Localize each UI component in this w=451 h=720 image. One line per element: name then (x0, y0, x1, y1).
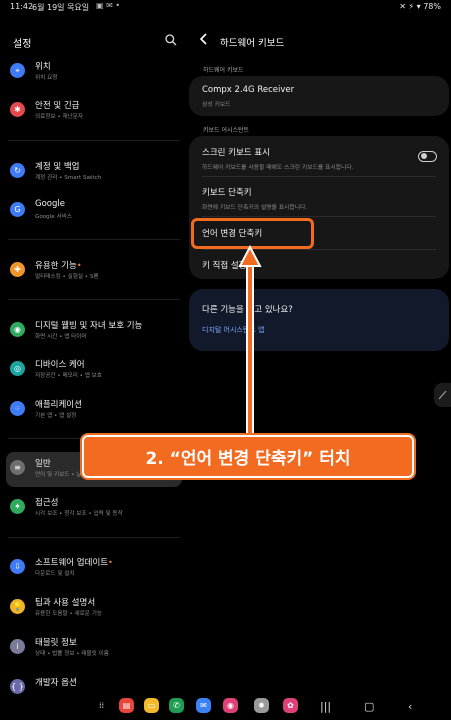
phone-icon[interactable]: ✆ (169, 698, 184, 713)
instruction-callout: 2. “언어 변경 단축키” 터치 (82, 435, 414, 478)
camera-icon[interactable]: ◉ (223, 698, 238, 713)
back-button[interactable]: ‹ (408, 700, 412, 713)
recent-apps-icon[interactable]: ⁞⁞ (94, 698, 109, 713)
notes-icon[interactable]: ▤ (119, 698, 134, 713)
flower-icon[interactable]: ✿ (283, 698, 298, 713)
folder-icon[interactable]: ▭ (144, 698, 159, 713)
settings-icon[interactable]: ✹ (254, 698, 269, 713)
arrow-indicator (238, 244, 262, 434)
messages-icon[interactable]: ✉ (196, 698, 211, 713)
home-button[interactable]: ▢ (364, 700, 374, 713)
taskbar: ⁞⁞ ▤ ▭ ✆ ✉ ◉ ✹ ✿ ||| ▢ ‹ (0, 695, 451, 720)
recents-button[interactable]: ||| (320, 700, 331, 713)
